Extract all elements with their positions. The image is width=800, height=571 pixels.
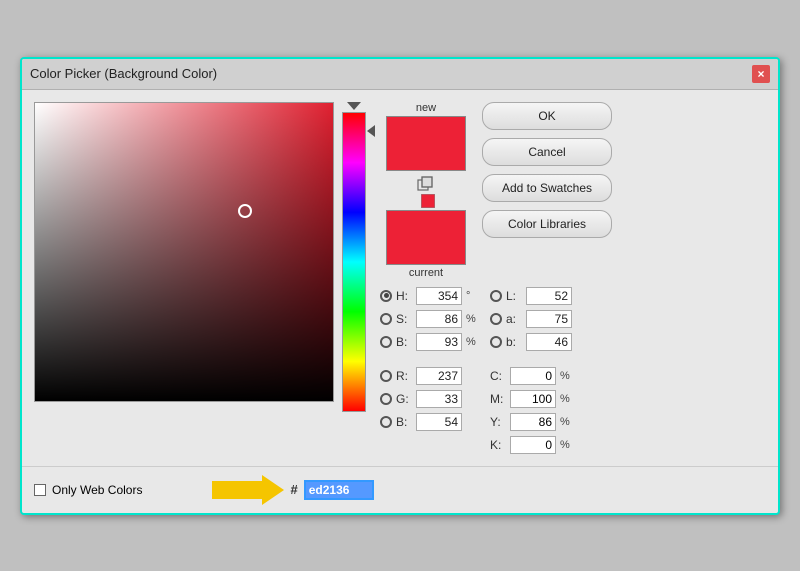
lab-cmyk-fields: L: a: b: C: (490, 287, 574, 454)
dialog-title: Color Picker (Background Color) (30, 66, 217, 81)
hash-symbol: # (290, 482, 297, 497)
web-colors-container: Only Web Colors (34, 483, 142, 497)
label-y: Y: (490, 415, 506, 429)
buttons-column: OK Cancel Add to Swatches Color Librarie… (482, 102, 612, 238)
input-b3[interactable] (526, 333, 572, 351)
label-s: S: (396, 312, 412, 326)
unit-c: % (560, 370, 574, 382)
color-libraries-button[interactable]: Color Libraries (482, 210, 612, 238)
preview-current-label: current (409, 267, 443, 279)
input-b2[interactable] (416, 413, 462, 431)
radio-a[interactable] (490, 313, 502, 325)
preview-area: new current (386, 102, 466, 279)
input-b[interactable] (416, 333, 462, 351)
unit-y: % (560, 416, 574, 428)
ok-button[interactable]: OK (482, 102, 612, 130)
field-m: M: % (490, 390, 574, 408)
label-m: M: (490, 392, 506, 406)
cube-icon-area (417, 175, 435, 208)
hue-indicator (367, 125, 375, 137)
unit-h: ° (466, 290, 480, 302)
cube-icon (417, 175, 435, 193)
input-s[interactable] (416, 310, 462, 328)
label-h: H: (396, 289, 412, 303)
label-g: G: (396, 392, 412, 406)
hue-slider-container (342, 102, 366, 454)
field-g: G: (380, 390, 480, 408)
input-c[interactable] (510, 367, 556, 385)
unit-s: % (466, 313, 480, 325)
hue-arrow-top (347, 102, 361, 110)
title-bar: Color Picker (Background Color) × (22, 59, 778, 90)
field-b: B: % (380, 333, 480, 351)
label-l: L: (506, 289, 522, 303)
hex-input[interactable] (304, 480, 374, 500)
radio-g[interactable] (380, 393, 392, 405)
label-c: C: (490, 369, 506, 383)
field-s: S: % (380, 310, 480, 328)
label-b3: b: (506, 335, 522, 349)
close-button[interactable]: × (752, 65, 770, 83)
input-l[interactable] (526, 287, 572, 305)
radio-h[interactable] (380, 290, 392, 302)
preview-new-color (386, 116, 466, 171)
field-h: H: ° (380, 287, 480, 305)
field-l: L: (490, 287, 574, 305)
label-k: K: (490, 438, 506, 452)
label-r: R: (396, 369, 412, 383)
unit-m: % (560, 393, 574, 405)
field-c: C: % (490, 367, 574, 385)
input-m[interactable] (510, 390, 556, 408)
color-picker-dialog: Color Picker (Background Color) × (20, 57, 780, 515)
radio-b[interactable] (380, 336, 392, 348)
input-k[interactable] (510, 436, 556, 454)
input-a[interactable] (526, 310, 572, 328)
hsb-rgb-fields: H: ° S: % B: % (380, 287, 480, 431)
radio-b2[interactable] (380, 416, 392, 428)
color-swatch-icon (421, 194, 435, 208)
only-web-colors-label: Only Web Colors (52, 483, 142, 497)
left-section (34, 102, 370, 454)
fields-area: H: ° S: % B: % (380, 287, 574, 454)
input-h[interactable] (416, 287, 462, 305)
unit-b: % (466, 336, 480, 348)
label-a: a: (506, 312, 522, 326)
input-g[interactable] (416, 390, 462, 408)
unit-k: % (560, 439, 574, 451)
field-b2: B: (380, 413, 480, 431)
field-y: Y: % (490, 413, 574, 431)
only-web-colors-checkbox[interactable] (34, 484, 46, 496)
preview-current-color (386, 210, 466, 265)
hue-slider[interactable] (342, 112, 366, 412)
field-a: a: (490, 310, 574, 328)
label-b: B: (396, 335, 412, 349)
radio-r[interactable] (380, 370, 392, 382)
input-r[interactable] (416, 367, 462, 385)
yellow-arrow (212, 475, 284, 505)
arrow-head (262, 475, 284, 505)
color-gradient-picker[interactable] (34, 102, 334, 402)
cancel-button[interactable]: Cancel (482, 138, 612, 166)
input-y[interactable] (510, 413, 556, 431)
bottom-area: Only Web Colors # (22, 466, 778, 513)
radio-s[interactable] (380, 313, 392, 325)
radio-l[interactable] (490, 290, 502, 302)
label-b2: B: (396, 415, 412, 429)
radio-b3[interactable] (490, 336, 502, 348)
preview-new-label: new (416, 102, 436, 114)
arrow-body (212, 481, 262, 499)
field-k: K: % (490, 436, 574, 454)
dialog-body: new current (22, 90, 778, 466)
field-r: R: (380, 367, 480, 385)
add-to-swatches-button[interactable]: Add to Swatches (482, 174, 612, 202)
hex-area: # (212, 475, 373, 505)
field-b3: b: (490, 333, 574, 351)
color-selector-circle (238, 204, 252, 218)
